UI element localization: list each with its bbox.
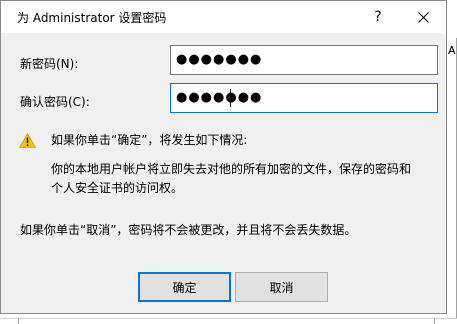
warning-heading: 如果你单击“确定”，将发生如下情况: bbox=[51, 133, 248, 147]
background-bottom-border bbox=[0, 318, 457, 319]
dialog-title: 为 Administrator 设置密码 bbox=[17, 11, 167, 25]
set-password-dialog: 为 Administrator 设置密码 ? 新密码(N): ●●●●●●● 确… bbox=[0, 0, 447, 314]
background-tick bbox=[434, 318, 435, 324]
new-password-mask: ●●●●●●● bbox=[176, 52, 263, 67]
screen: Ac 为 Administrator 设置密码 ? 新密码(N): ●●●●●●… bbox=[0, 0, 457, 324]
help-icon: ? bbox=[374, 9, 382, 25]
cancel-note: 如果你单击“取消”，密码将不会被更改，并且将不会丢失数据。 bbox=[20, 223, 357, 237]
warning-body: 你的本地用户帐户将立即失去对他的所有加密的文件，保存的密码和个人安全证书的访问权… bbox=[51, 162, 412, 195]
confirm-password-mask: ●●●●●●● bbox=[176, 90, 263, 105]
close-icon bbox=[417, 11, 429, 23]
confirm-password-field[interactable]: ●●●●●●● bbox=[170, 83, 438, 113]
warning-icon bbox=[19, 133, 36, 148]
text-caret bbox=[230, 89, 231, 107]
close-button[interactable] bbox=[400, 1, 446, 33]
help-button[interactable]: ? bbox=[355, 1, 401, 33]
title-bar[interactable]: 为 Administrator 设置密码 ? bbox=[1, 1, 446, 33]
background-tick bbox=[18, 318, 19, 324]
new-password-field[interactable]: ●●●●●●● bbox=[170, 45, 438, 75]
cancel-button[interactable]: 取消 bbox=[235, 272, 328, 302]
confirm-password-label: 确认密码(C): bbox=[20, 95, 90, 109]
ok-button[interactable]: 确定 bbox=[138, 272, 231, 302]
new-password-label: 新密码(N): bbox=[20, 57, 79, 71]
